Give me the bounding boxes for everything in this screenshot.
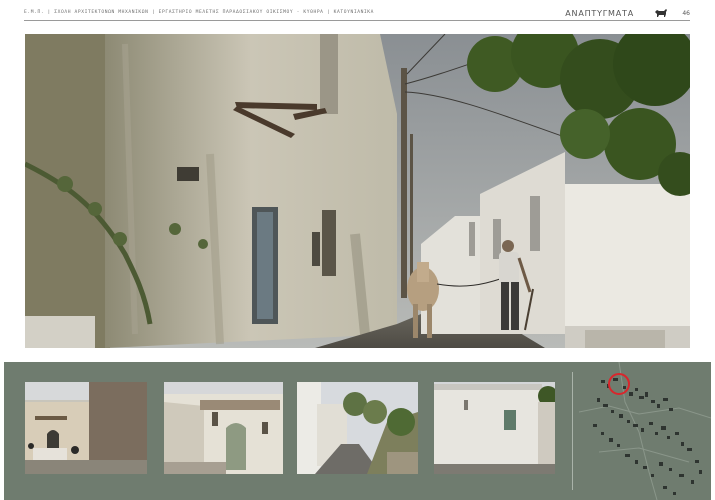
header-divider: [24, 20, 690, 21]
goat-icon: [655, 9, 667, 17]
thumbnail-3: [297, 382, 418, 474]
section-title: ΑΝΑΠΤΥΓΜΑΤΑ: [565, 9, 634, 18]
thumbnail-4: [434, 382, 555, 474]
page-header: Ε.Μ.Π. | ΣΧΟΛΗ ΑΡΧΙΤΕΚΤΟΝΩΝ ΜΗΧΑΝΙΚΩΝ | …: [24, 6, 690, 20]
breadcrumb: Ε.Μ.Π. | ΣΧΟΛΗ ΑΡΧΙΤΕΚΤΟΝΩΝ ΜΗΧΑΝΙΚΩΝ | …: [24, 10, 375, 15]
bottom-panel: [4, 362, 711, 500]
thumbnail-2: [164, 382, 283, 474]
panel-divider: [572, 372, 573, 490]
page-number: 46: [682, 10, 690, 17]
thumbnail-1: [25, 382, 147, 474]
main-photograph: [25, 34, 690, 348]
village-map: [579, 362, 711, 500]
